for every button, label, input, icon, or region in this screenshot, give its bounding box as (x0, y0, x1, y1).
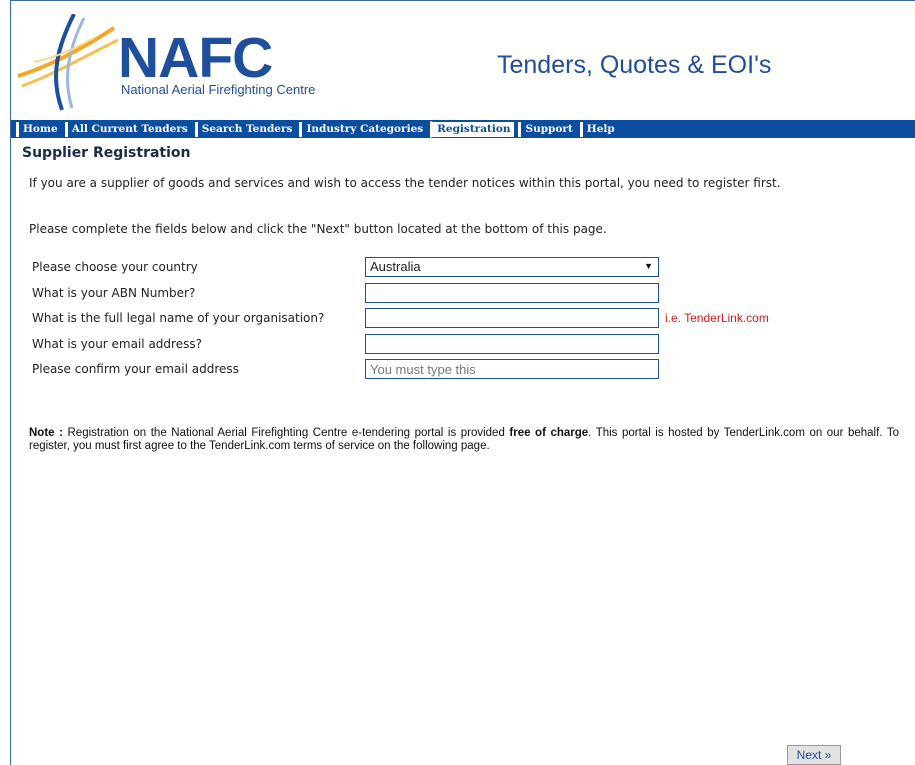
intro-text: If you are a supplier of goods and servi… (29, 176, 781, 190)
country-row: Please choose your country Australia ▼ (32, 257, 892, 277)
note-text-before: Registration on the National Aerial Fire… (62, 427, 510, 439)
confirm-email-input[interactable] (365, 359, 659, 379)
nav-support[interactable]: Support (518, 121, 577, 137)
note-lead: Note : (29, 427, 63, 439)
nav-registration[interactable]: Registration (430, 120, 516, 138)
nafc-logo-swoosh-icon (17, 14, 119, 111)
email-label: What is your email address? (32, 337, 202, 351)
site-title: Tenders, Quotes & EOI's (497, 51, 772, 79)
instruction-text: Please complete the fields below and cli… (29, 222, 607, 236)
legal-name-label: What is the full legal name of your orga… (32, 311, 325, 325)
nav-search-tenders[interactable]: Search Tenders (194, 121, 297, 137)
abn-row: What is your ABN Number? (32, 283, 892, 303)
email-input[interactable] (365, 334, 659, 354)
note-emphasis: free of charge (509, 427, 589, 439)
chevron-down-icon: ▼ (644, 261, 653, 271)
country-label: Please choose your country (32, 260, 198, 274)
confirm-email-row: Please confirm your email address (32, 359, 892, 379)
confirm-email-label: Please confirm your email address (32, 362, 239, 376)
nav-home[interactable]: Home (16, 121, 62, 137)
registration-note: Note : Registration on the National Aeri… (29, 427, 899, 453)
nav-help[interactable]: Help (579, 121, 619, 137)
logo-subtitle: National Aerial Firefighting Centre (121, 82, 316, 97)
nav-industry-categories[interactable]: Industry Categories (299, 121, 428, 137)
logo-main-text: NAFC (118, 26, 273, 90)
legal-name-input[interactable] (365, 308, 659, 328)
next-button[interactable]: Next » (787, 745, 841, 765)
abn-label: What is your ABN Number? (32, 286, 196, 300)
legal-name-hint: i.e. TenderLink.com (665, 311, 769, 325)
main-nav: Home All Current Tenders Search Tenders … (11, 120, 915, 138)
country-select[interactable]: Australia ▼ (365, 257, 659, 277)
country-select-value: Australia (370, 259, 421, 274)
page-title: Supplier Registration (22, 145, 191, 161)
legal-name-row: What is the full legal name of your orga… (32, 308, 892, 328)
email-row: What is your email address? (32, 334, 892, 354)
nav-all-current-tenders[interactable]: All Current Tenders (64, 121, 192, 137)
abn-input[interactable] (365, 283, 659, 303)
